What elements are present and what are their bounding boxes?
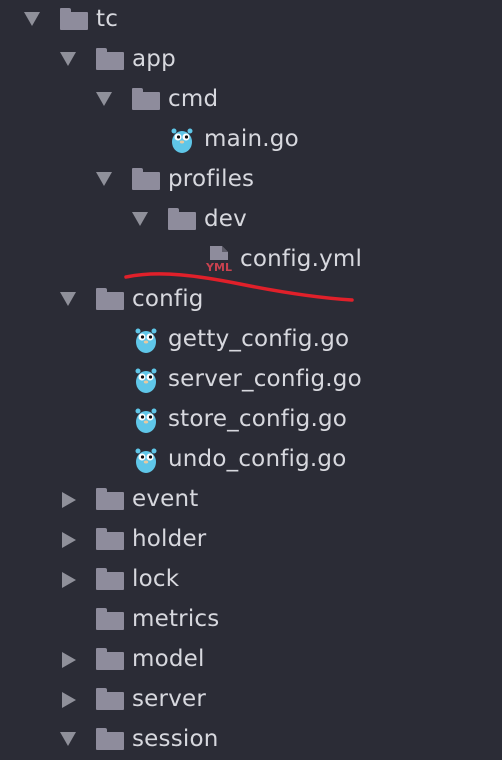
tree-item-holder[interactable]: holder <box>0 520 502 560</box>
tree-item-config-yml[interactable]: YML config.yml <box>0 240 502 280</box>
tree-item-getty-config-go[interactable]: getty_config.go <box>0 320 502 360</box>
tree-item-app[interactable]: app <box>0 40 502 80</box>
go-gopher-icon <box>135 328 157 353</box>
tree-item-label: dev <box>204 206 247 232</box>
go-gopher-icon <box>135 408 157 433</box>
expand-arrow-icon[interactable] <box>60 292 76 306</box>
tree-item-label: store_config.go <box>168 406 348 432</box>
folder-icon <box>96 48 124 70</box>
folder-icon <box>168 208 196 230</box>
tree-item-dev[interactable]: dev <box>0 200 502 240</box>
folder-icon <box>96 608 124 630</box>
project-file-tree: tc app cmd main.go profiles dev YML conf… <box>0 0 502 752</box>
tree-item-label: cmd <box>168 86 219 112</box>
tree-item-server[interactable]: server <box>0 680 502 720</box>
tree-item-tc[interactable]: tc <box>0 0 502 40</box>
tree-item-config[interactable]: config <box>0 280 502 320</box>
tree-item-label: undo_config.go <box>168 446 347 472</box>
collapse-arrow-icon[interactable] <box>62 572 76 588</box>
tree-item-label: holder <box>132 526 207 552</box>
folder-icon <box>96 488 124 510</box>
go-gopher-icon <box>135 368 157 393</box>
folder-icon <box>96 688 124 710</box>
tree-item-session[interactable]: session <box>0 720 502 760</box>
tree-item-model[interactable]: model <box>0 640 502 680</box>
tree-item-label: getty_config.go <box>168 326 350 352</box>
tree-item-label: lock <box>132 566 180 592</box>
folder-icon <box>96 288 124 310</box>
tree-item-cmd[interactable]: cmd <box>0 80 502 120</box>
yml-file-icon: YML <box>203 246 235 274</box>
tree-item-server-config-go[interactable]: server_config.go <box>0 360 502 400</box>
collapse-arrow-icon[interactable] <box>62 692 76 708</box>
tree-item-label: app <box>132 46 176 72</box>
collapse-arrow-icon[interactable] <box>62 492 76 508</box>
expand-arrow-icon[interactable] <box>132 212 148 226</box>
folder-icon <box>96 568 124 590</box>
tree-item-metrics[interactable]: metrics <box>0 600 502 640</box>
tree-item-profiles[interactable]: profiles <box>0 160 502 200</box>
go-gopher-icon <box>171 128 193 153</box>
tree-item-main-go[interactable]: main.go <box>0 120 502 160</box>
collapse-arrow-icon[interactable] <box>62 532 76 548</box>
tree-item-label: main.go <box>204 126 299 152</box>
folder-icon <box>132 88 160 110</box>
expand-arrow-icon[interactable] <box>60 52 76 66</box>
tree-item-undo-config-go[interactable]: undo_config.go <box>0 440 502 480</box>
folder-icon <box>96 728 124 750</box>
tree-item-label: config <box>132 286 204 312</box>
collapse-arrow-icon[interactable] <box>62 652 76 668</box>
tree-item-lock[interactable]: lock <box>0 560 502 600</box>
tree-item-label: session <box>132 726 219 752</box>
tree-item-label: server_config.go <box>168 366 362 392</box>
yml-badge-text: YML <box>205 261 232 274</box>
tree-item-label: metrics <box>132 606 220 632</box>
tree-item-label: config.yml <box>240 246 363 272</box>
tree-item-label: server <box>132 686 207 712</box>
folder-icon <box>96 528 124 550</box>
tree-item-label: event <box>132 486 199 512</box>
go-gopher-icon <box>135 448 157 473</box>
tree-item-label: tc <box>96 6 119 32</box>
tree-item-label: profiles <box>168 166 255 192</box>
folder-icon <box>132 168 160 190</box>
expand-arrow-icon[interactable] <box>96 172 112 186</box>
expand-arrow-icon[interactable] <box>24 12 40 26</box>
tree-item-store-config-go[interactable]: store_config.go <box>0 400 502 440</box>
expand-arrow-icon[interactable] <box>96 92 112 106</box>
folder-icon <box>96 648 124 670</box>
tree-item-label: model <box>132 646 205 672</box>
folder-icon <box>60 8 88 30</box>
tree-item-event[interactable]: event <box>0 480 502 520</box>
